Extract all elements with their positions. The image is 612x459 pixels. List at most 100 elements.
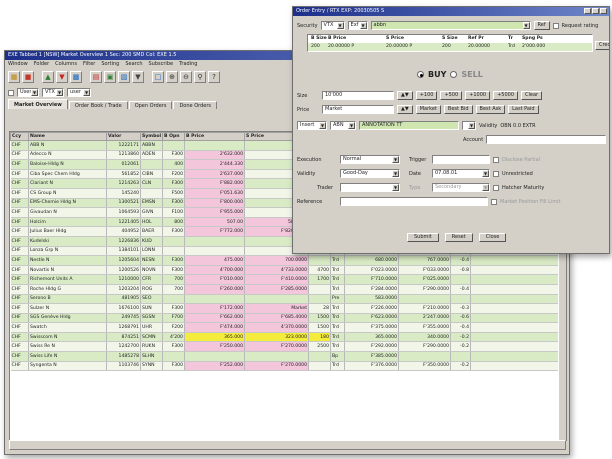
execution-select[interactable]: Normal ▼ bbox=[340, 155, 400, 164]
trader-select[interactable]: ▼ bbox=[340, 183, 400, 192]
table-row[interactable]: CHF Swiss Life N 1485278 SLHN Bp F'385.0000 bbox=[10, 351, 565, 362]
refresh-button[interactable]: Ref bbox=[533, 21, 550, 30]
price-input[interactable]: Market bbox=[322, 105, 394, 114]
menu-subscribe[interactable]: Subscribe bbox=[149, 60, 174, 68]
zoom-in-icon[interactable]: ⊕ bbox=[166, 71, 178, 83]
table-cell-vol: -0.4 bbox=[450, 322, 471, 333]
sell-icon[interactable]: ▼ bbox=[56, 71, 68, 83]
sell-radio[interactable] bbox=[450, 71, 458, 78]
table-row[interactable]: CHF Roche Hldg G 1203204 ROG 700 F'260.000 F'2… bbox=[10, 284, 565, 295]
size-add-500-button[interactable]: +500 bbox=[440, 91, 463, 100]
size-add-5000-button[interactable]: +5000 bbox=[493, 91, 519, 100]
submit-button[interactable]: Submit bbox=[407, 233, 439, 242]
validity-select[interactable]: Good-Day ▼ bbox=[340, 169, 400, 178]
table-cell-bopn: F300 bbox=[162, 255, 185, 266]
menu-trading[interactable]: Trading bbox=[179, 60, 197, 68]
reference-input[interactable] bbox=[340, 197, 488, 206]
market-fill-checkbox[interactable] bbox=[491, 198, 497, 205]
unrestricted-checkbox[interactable] bbox=[493, 170, 499, 177]
col-header[interactable]: Ccy bbox=[10, 132, 29, 141]
table-row[interactable]: CHF Syngenta N 1103746 SYNN F300 F'252.000 F'2… bbox=[10, 361, 565, 372]
order-title-bar[interactable]: Order Entry / RTX EXP: 20030505 S bbox=[293, 7, 609, 16]
tab-order-book[interactable]: Order Book / Trade bbox=[68, 101, 128, 109]
trade-icon[interactable]: ▣ bbox=[104, 71, 116, 83]
tab-market-overview[interactable]: Market Overview bbox=[8, 99, 68, 109]
hatcher-checkbox[interactable] bbox=[493, 184, 499, 191]
chart-icon[interactable]: ▩ bbox=[70, 71, 82, 83]
menu-search[interactable]: Search bbox=[125, 60, 142, 68]
buy-icon[interactable]: ▲ bbox=[42, 71, 54, 83]
help-icon[interactable]: ? bbox=[208, 71, 220, 83]
account-dropdown[interactable]: ▼ bbox=[462, 121, 476, 130]
menu-window[interactable]: Window bbox=[8, 60, 28, 68]
security-list-select[interactable]: VTX ▼ bbox=[320, 21, 345, 30]
order-book-icon[interactable]: ▤ bbox=[90, 71, 102, 83]
filter-list-select[interactable]: VTX ▼ bbox=[42, 88, 64, 97]
size-input[interactable]: 10'000 bbox=[322, 91, 394, 100]
save-icon[interactable]: ■ bbox=[22, 71, 34, 83]
best-bid-button[interactable]: Best Bid bbox=[443, 105, 473, 114]
col-header[interactable]: Name bbox=[28, 132, 107, 141]
open-folder-icon[interactable]: ▦ bbox=[8, 71, 20, 83]
table-cell-bp: F'051.630 bbox=[184, 188, 245, 199]
horizontal-scrollbar[interactable] bbox=[9, 440, 566, 450]
security-input[interactable]: abbn ▼ bbox=[370, 21, 531, 30]
table-cell-sym: RUKN bbox=[140, 341, 163, 353]
last-paid-button[interactable]: Last Paid bbox=[508, 105, 539, 114]
table-row[interactable]: CHF Nestle N 1205604 NESN F300 475.000 700.000… bbox=[10, 255, 565, 266]
filter-checkbox[interactable] bbox=[8, 89, 14, 96]
tab-open-orders[interactable]: Open Orders bbox=[128, 101, 173, 109]
col-header[interactable]: B Opn bbox=[162, 132, 185, 141]
menu-folder[interactable]: Folder bbox=[34, 60, 49, 68]
size-add-100-button[interactable]: +100 bbox=[415, 91, 438, 100]
table-row[interactable]: CHF Swisscom N 874251 SCMN 4'200 365.000 323.0… bbox=[10, 332, 565, 343]
col-header[interactable]: Valor bbox=[106, 132, 141, 141]
date-picker[interactable]: 07.08.01 ▼ bbox=[432, 169, 490, 178]
price-spin-button[interactable]: ▲▼ bbox=[397, 105, 413, 114]
account-list-select[interactable]: ABN ▼ bbox=[330, 121, 356, 130]
table-row[interactable]: CHF Swatch 1268791 UHR F200 F'474.000 4'370.00… bbox=[10, 322, 565, 333]
maximize-button[interactable] bbox=[592, 8, 599, 14]
account-type-select[interactable]: Insert ▼ bbox=[297, 121, 327, 130]
credit-button[interactable]: Credit bbox=[595, 41, 609, 50]
close-button[interactable] bbox=[600, 8, 607, 14]
close-dialog-button[interactable]: Close bbox=[478, 233, 507, 242]
size-add-1000-button[interactable]: +1000 bbox=[465, 91, 491, 100]
table-row[interactable]: CHF Novartis N 1200526 NOVN F300 4'700.000 4'7… bbox=[10, 265, 565, 276]
table-row[interactable]: CHF Serono B 481905 SEO Pre 583.0000 bbox=[10, 294, 565, 305]
window-icon[interactable]: □ bbox=[152, 71, 164, 83]
reset-button[interactable]: Reset bbox=[444, 233, 473, 242]
buy-radio[interactable] bbox=[417, 71, 424, 78]
menu-filter[interactable]: Filter bbox=[83, 60, 95, 68]
tab-done-orders[interactable]: Done Orders bbox=[173, 101, 218, 109]
col-header[interactable]: Symbol bbox=[140, 132, 163, 141]
col-header[interactable]: B Price bbox=[184, 132, 245, 141]
table-cell-valor: 1205604 bbox=[106, 255, 141, 266]
filter-icon[interactable]: ▼ bbox=[132, 71, 144, 83]
disclose-checkbox[interactable] bbox=[493, 156, 499, 163]
menu-sorting[interactable]: Sorting bbox=[101, 60, 119, 68]
search-icon[interactable]: ⚲ bbox=[194, 71, 206, 83]
table-row[interactable]: CHF Sulzer N 1676100 SUN F300 F'172.000 Market… bbox=[10, 303, 565, 314]
orders-icon[interactable]: ▧ bbox=[118, 71, 130, 83]
account-input[interactable]: ANNOTATION TT bbox=[359, 121, 459, 130]
account-field[interactable] bbox=[486, 135, 607, 144]
table-cell-spacer bbox=[470, 303, 565, 314]
size-spin-button[interactable]: ▲▼ bbox=[397, 91, 413, 100]
best-ask-button[interactable]: Best Ask bbox=[475, 105, 506, 114]
table-row[interactable]: CHF SGS Genève Hldg 249745 SGSN F700 F'662.00… bbox=[10, 313, 565, 324]
menu-columns[interactable]: Columns bbox=[55, 60, 77, 68]
filter-user-select[interactable]: user ▼ bbox=[67, 88, 91, 97]
clear-button[interactable]: Clear bbox=[521, 91, 543, 100]
table-cell-name: Roche Hldg G bbox=[28, 284, 107, 295]
table-row[interactable]: CHF Richemont Units A 1210000 CFR 700 F'010.0… bbox=[10, 274, 565, 285]
minimize-button[interactable] bbox=[584, 8, 591, 14]
zoom-out-icon[interactable]: ⊖ bbox=[180, 71, 192, 83]
type-select[interactable]: Secondary ▼ bbox=[432, 183, 490, 192]
request-rating-checkbox[interactable] bbox=[552, 22, 559, 29]
filter-type-select[interactable]: Users ▼ bbox=[17, 88, 39, 97]
security-user-select[interactable]: Exf ▼ bbox=[347, 21, 368, 30]
table-row[interactable]: CHF Swiss Re N 1242700 RUKN F300 F'250.000 F'2… bbox=[10, 341, 565, 353]
market-button[interactable]: Market bbox=[415, 105, 441, 114]
trigger-input[interactable] bbox=[432, 155, 490, 164]
